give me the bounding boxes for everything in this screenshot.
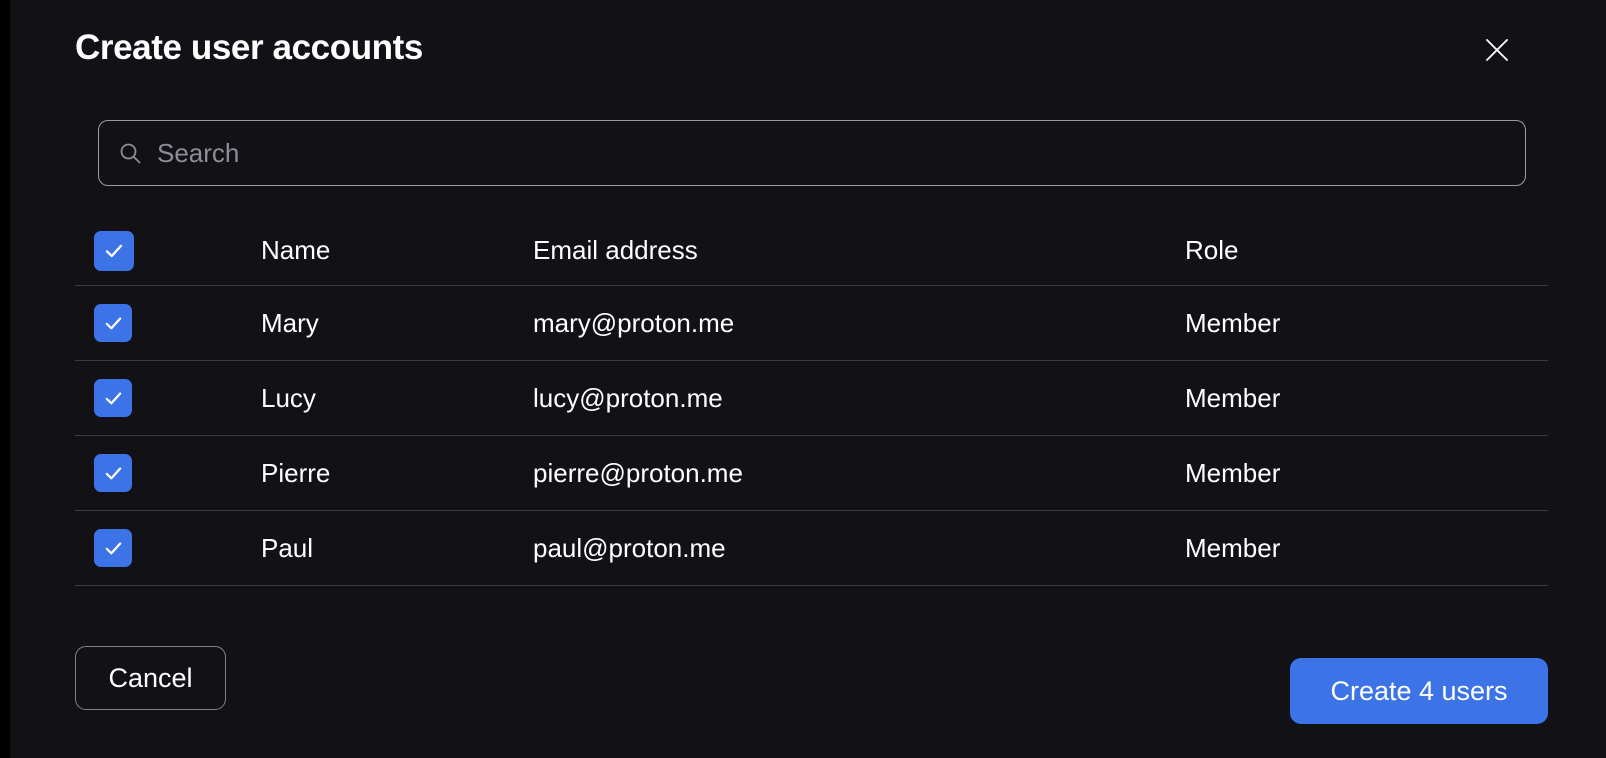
row-name: Lucy (261, 382, 316, 413)
row-role: Member (1185, 457, 1281, 488)
row-checkbox[interactable] (94, 454, 132, 492)
user-table: Name Email address Role Mary mary@proton… (75, 216, 1548, 586)
table-row[interactable]: Pierre pierre@proton.me Member (75, 436, 1548, 511)
row-checkbox-cell (75, 379, 261, 417)
column-header-email: Email address (533, 235, 698, 265)
row-name: Mary (261, 307, 319, 338)
table-row[interactable]: Mary mary@proton.me Member (75, 286, 1548, 361)
row-email: mary@proton.me (533, 307, 735, 338)
close-button[interactable] (1475, 28, 1519, 72)
row-email: pierre@proton.me (533, 457, 743, 488)
column-header-role: Role (1185, 235, 1239, 265)
create-user-accounts-dialog: Create user accounts Search Name Email a… (10, 0, 1606, 758)
row-checkbox[interactable] (94, 529, 132, 567)
table-row[interactable]: Lucy lucy@proton.me Member (75, 361, 1548, 436)
search-bar[interactable] (98, 120, 1526, 186)
cancel-button[interactable]: Cancel (75, 646, 226, 710)
row-email: lucy@proton.me (533, 382, 723, 413)
row-checkbox-cell (75, 529, 261, 567)
search-icon (117, 140, 143, 166)
row-role: Member (1185, 532, 1281, 563)
column-header-name: Name (261, 235, 331, 265)
row-checkbox[interactable] (94, 304, 132, 342)
page-title: Create user accounts (75, 28, 423, 67)
row-checkbox-cell (75, 454, 261, 492)
row-checkbox[interactable] (94, 379, 132, 417)
dialog-footer: Cancel Create 4 users (10, 645, 1606, 758)
search-input[interactable] (157, 137, 1507, 169)
row-checkbox-cell (75, 304, 261, 342)
create-users-button[interactable]: Create 4 users (1290, 658, 1548, 724)
row-email: paul@proton.me (533, 532, 726, 563)
select-all-checkbox[interactable] (94, 230, 134, 271)
dialog-header: Create user accounts (10, 0, 1606, 100)
table-header-row: Name Email address Role (75, 216, 1548, 286)
table-row[interactable]: Paul paul@proton.me Member (75, 511, 1548, 586)
row-role: Member (1185, 382, 1281, 413)
row-name: Paul (261, 532, 314, 563)
row-name: Pierre (261, 457, 331, 488)
row-role: Member (1185, 307, 1281, 338)
close-icon (1483, 36, 1511, 64)
select-all-cell (75, 230, 261, 271)
